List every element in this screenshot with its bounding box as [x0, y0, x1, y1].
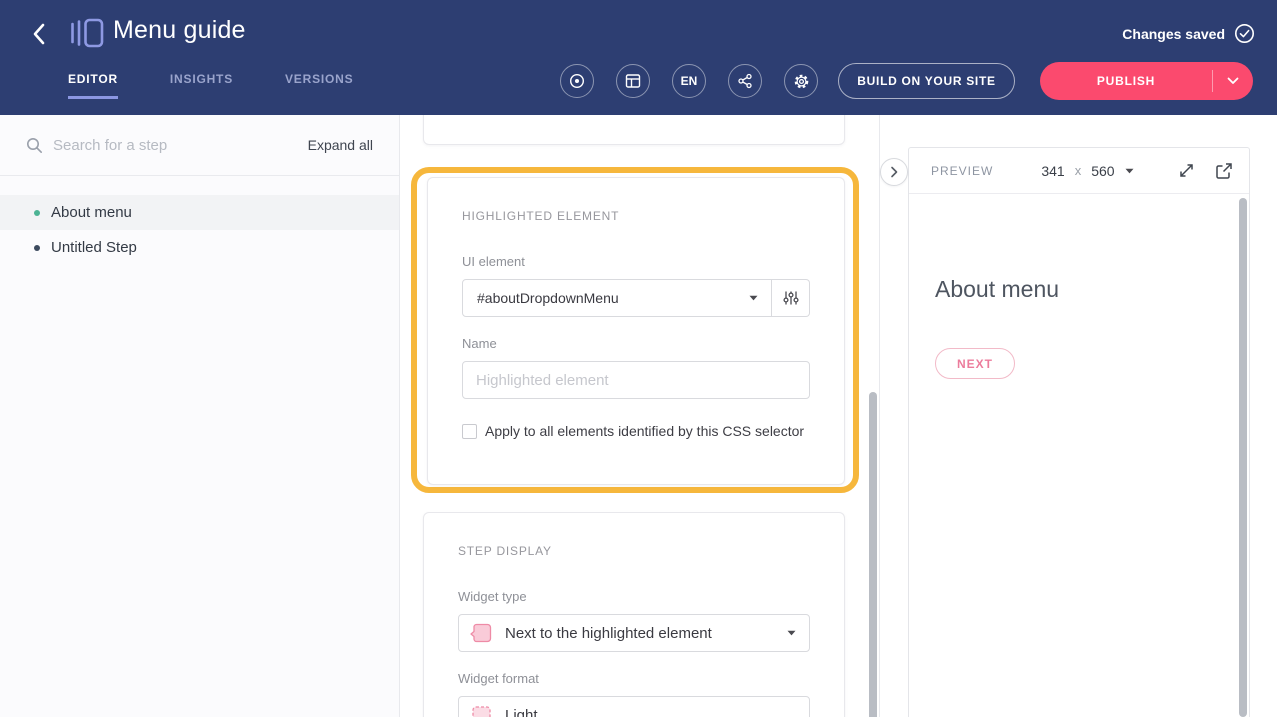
preview-size-separator: x [1075, 163, 1082, 178]
preview-scrollbar[interactable] [1239, 198, 1247, 717]
step-item-untitled-step[interactable]: Untitled Step [0, 230, 399, 265]
preview-panel: PREVIEW 341 x 560 About menu NEXT [908, 147, 1250, 717]
section-title-highlighted-element: HIGHLIGHTED ELEMENT [462, 209, 810, 223]
ui-element-label: UI element [462, 254, 810, 269]
share-icon [737, 73, 753, 89]
preview-actions [1178, 162, 1233, 180]
step-label: Untitled Step [51, 239, 137, 256]
widget-type-select[interactable]: Next to the highlighted element [458, 614, 810, 652]
apply-all-checkbox[interactable] [462, 424, 477, 439]
preview-height-value: 560 [1091, 163, 1114, 179]
chevron-left-icon [32, 23, 46, 45]
preview-size-dropdown[interactable]: 341 x 560 [1041, 163, 1133, 179]
open-external-icon[interactable] [1215, 162, 1233, 180]
app-root: Menu guide Changes saved EDITOR INSIGHTS… [0, 0, 1277, 717]
language-button[interactable]: EN [672, 64, 706, 98]
sliders-icon [783, 290, 799, 306]
check-circle-icon [1234, 23, 1255, 44]
top-header: Menu guide Changes saved EDITOR INSIGHTS… [0, 0, 1277, 115]
preview-width-value: 341 [1041, 163, 1064, 179]
step-status-dot [34, 210, 40, 216]
name-input[interactable] [462, 361, 810, 399]
chevron-right-icon [890, 166, 898, 178]
highlighted-element-card: HIGHLIGHTED ELEMENT UI element #aboutDro… [427, 177, 845, 485]
tooltip-bubble-icon [470, 623, 492, 643]
publish-label: PUBLISH [1040, 74, 1212, 88]
ui-element-select[interactable]: #aboutDropdownMenu [462, 279, 772, 317]
changes-saved-label: Changes saved [1122, 26, 1225, 42]
preview-next-button[interactable]: NEXT [935, 348, 1015, 379]
previous-card-partial [423, 115, 845, 145]
step-status-dot [34, 245, 40, 251]
step-label: About menu [51, 204, 132, 221]
search-input[interactable] [53, 137, 308, 154]
apply-all-checkbox-label: Apply to all elements identified by this… [485, 423, 804, 439]
header-tabs: EDITOR INSIGHTS VERSIONS [68, 72, 405, 99]
tab-versions[interactable]: VERSIONS [285, 72, 353, 99]
tab-editor[interactable]: EDITOR [68, 72, 118, 99]
preview-step-title: About menu [935, 276, 1059, 303]
preview-title: PREVIEW [931, 164, 993, 178]
tab-insights[interactable]: INSIGHTS [170, 72, 233, 99]
eye-icon [569, 73, 585, 89]
widget-format-select[interactable]: Light [458, 696, 810, 717]
ui-element-value: #aboutDropdownMenu [463, 290, 749, 306]
changes-saved-status: Changes saved [1122, 23, 1255, 44]
settings-button[interactable] [784, 64, 818, 98]
layout-button[interactable] [616, 64, 650, 98]
back-button[interactable] [26, 20, 52, 48]
widget-type-value: Next to the highlighted element [492, 625, 787, 642]
chevron-down-icon [1227, 77, 1239, 85]
steps-sidebar: Expand all About menu Untitled Step [0, 115, 400, 717]
guide-logo-icon [70, 18, 104, 48]
widget-type-label: Widget type [458, 589, 810, 604]
widget-format-value: Light [492, 707, 809, 717]
preview-header: PREVIEW 341 x 560 [909, 148, 1249, 194]
expand-all-link[interactable]: Expand all [308, 137, 373, 153]
caret-down-icon [749, 295, 771, 301]
caret-down-icon [1125, 168, 1134, 174]
preview-body: About menu NEXT [909, 194, 1249, 717]
section-title-step-display: STEP DISPLAY [458, 544, 810, 558]
step-search-row: Expand all [0, 115, 399, 176]
header-icon-buttons: EN [560, 64, 818, 98]
collapse-panel-button[interactable] [880, 158, 908, 186]
step-item-about-menu[interactable]: About menu [0, 195, 399, 230]
layout-icon [625, 73, 641, 89]
gear-icon [793, 73, 810, 90]
editor-scrollbar[interactable] [869, 392, 877, 717]
search-icon [26, 137, 43, 154]
step-display-card: STEP DISPLAY Widget type Next to the hig… [423, 512, 845, 717]
language-label: EN [681, 74, 698, 88]
name-label: Name [462, 336, 810, 351]
caret-down-icon [787, 630, 809, 636]
expand-icon[interactable] [1178, 162, 1195, 179]
step-list: About menu Untitled Step [0, 195, 399, 265]
element-settings-button[interactable] [772, 279, 810, 317]
widget-format-icon [470, 705, 492, 717]
widget-format-label: Widget format [458, 671, 810, 686]
step-editor-column: HIGHLIGHTED ELEMENT UI element #aboutDro… [400, 115, 880, 717]
preview-eye-button[interactable] [560, 64, 594, 98]
share-button[interactable] [728, 64, 762, 98]
publish-dropdown-toggle[interactable] [1213, 77, 1253, 85]
build-on-your-site-button[interactable]: BUILD ON YOUR SITE [838, 63, 1015, 99]
publish-button[interactable]: PUBLISH [1040, 62, 1253, 100]
page-title: Menu guide [113, 16, 246, 45]
